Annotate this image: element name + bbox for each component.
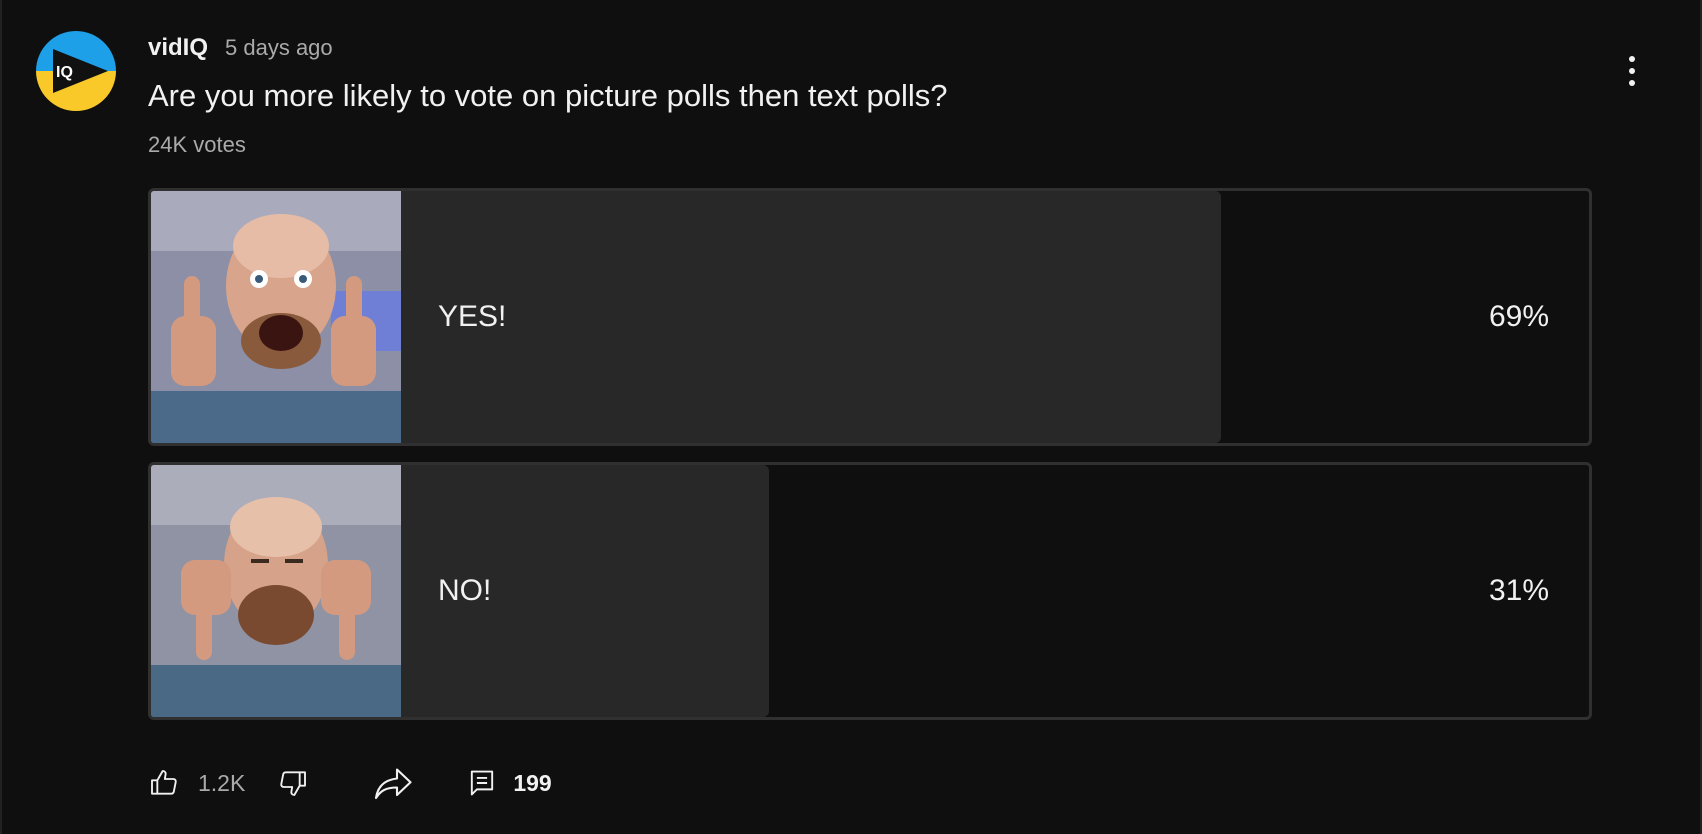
avatar-logo-text: IQ xyxy=(56,64,73,81)
thumbs-up-photo xyxy=(151,191,401,443)
thumbs-down-icon xyxy=(280,771,307,796)
poll-option-percent: 31% xyxy=(1488,574,1549,607)
vidiq-logo-icon: IQ xyxy=(36,31,116,111)
poll-question: Are you more likely to vote on picture p… xyxy=(148,78,948,113)
thumbs-down-photo xyxy=(151,465,401,717)
comment-icon xyxy=(471,770,494,796)
post-header: vidIQ 5 days ago xyxy=(148,34,333,62)
post-time[interactable]: 5 days ago xyxy=(225,35,333,61)
like-button[interactable] xyxy=(148,767,180,799)
dislike-button[interactable] xyxy=(277,767,309,799)
share-icon xyxy=(375,768,412,800)
poll-option-label: YES! xyxy=(438,300,507,333)
poll-option-percent: 69% xyxy=(1488,300,1549,333)
vote-count: 24K votes xyxy=(148,132,246,157)
poll-option-fill xyxy=(401,191,1221,443)
channel-name[interactable]: vidIQ xyxy=(148,34,208,62)
comment-count[interactable]: 199 xyxy=(513,770,551,797)
more-vert-icon xyxy=(1629,56,1635,62)
action-bar: 1.2K 199 xyxy=(148,762,552,804)
poll-post: IQ vidIQ 5 days ago Are you more likely … xyxy=(0,0,1702,834)
like-count: 1.2K xyxy=(198,769,246,796)
poll-option-no[interactable]: NO! 31% xyxy=(148,462,1592,720)
comments-button[interactable] xyxy=(469,769,495,797)
thumbs-up-icon xyxy=(151,770,177,795)
share-button[interactable] xyxy=(373,764,415,802)
poll-option-yes[interactable]: YES! 69% xyxy=(148,188,1592,446)
poll-option-label: NO! xyxy=(438,574,492,607)
more-actions-button[interactable] xyxy=(1616,50,1648,92)
channel-avatar[interactable]: IQ xyxy=(36,31,116,111)
